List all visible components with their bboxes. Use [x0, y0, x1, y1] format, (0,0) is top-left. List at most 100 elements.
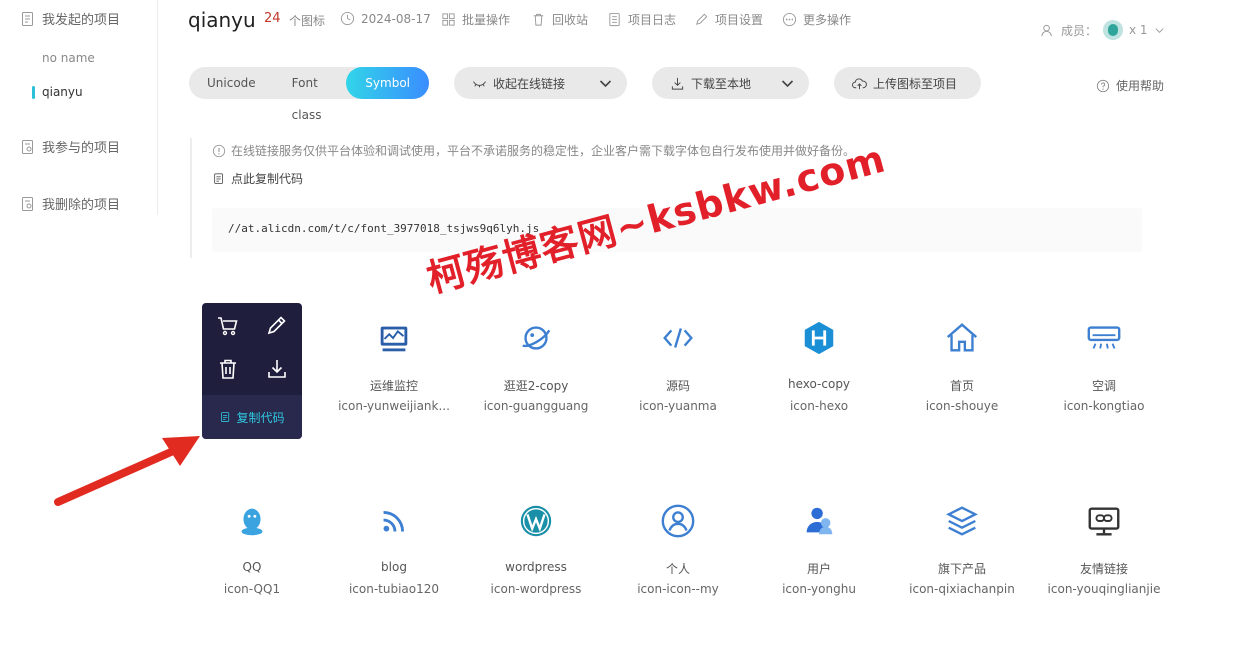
grid-icon	[442, 13, 455, 26]
sidebar-item-qianyu[interactable]: qianyu	[32, 85, 83, 99]
copy-icon	[214, 172, 223, 184]
batch-operation-button[interactable]: 批量操作	[441, 11, 510, 28]
download-icon[interactable]	[265, 357, 289, 381]
rss-icon	[383, 511, 404, 532]
icon-card[interactable]: 个人 icon-icon--my	[613, 496, 743, 596]
tab-font-class[interactable]: Font class	[274, 67, 347, 122]
sidebar-joined-projects[interactable]: 我参与的项目	[20, 137, 120, 156]
layers-icon	[946, 506, 978, 536]
icon-name: QQ	[242, 560, 262, 574]
copy-code-button-label: 复制代码	[236, 410, 285, 425]
copy-code-label: 点此复制代码	[231, 172, 304, 186]
user-circle-icon	[661, 504, 695, 538]
tab-symbol[interactable]: Symbol	[346, 67, 429, 99]
tab-unicode[interactable]: Unicode	[189, 67, 274, 99]
project-date: 2024-08-17	[340, 11, 431, 26]
members-label: 成员：	[1061, 23, 1098, 38]
hexo-icon	[804, 321, 834, 355]
help-label: 使用帮助	[1116, 79, 1165, 93]
download-local-button[interactable]: 下载至本地	[652, 67, 809, 99]
planet-icon	[522, 326, 551, 350]
sidebar-item-no-name[interactable]: no name	[42, 51, 95, 65]
icon-name: 空调	[1091, 379, 1116, 393]
sidebar-joined-label: 我参与的项目	[42, 141, 121, 156]
icon-code: icon-hexo	[789, 399, 849, 413]
icon-hover-popup: 复制代码	[202, 303, 302, 439]
icon-code: icon-yonghu	[782, 582, 856, 596]
icon-name: hexo-copy	[787, 377, 851, 391]
code-type-tabs: Unicode Font class Symbol	[189, 67, 429, 122]
collapse-online-link-button[interactable]: 收起在线链接	[454, 67, 627, 99]
icon-name: 首页	[949, 379, 974, 393]
sidebar-deleted-label: 我删除的项目	[42, 198, 121, 213]
wordpress-icon	[520, 505, 552, 537]
info-icon	[212, 144, 226, 157]
home-icon	[946, 323, 978, 352]
icon-card[interactable]: wordpress icon-wordpress	[471, 496, 601, 596]
sidebar-my-projects[interactable]: 我发起的项目	[20, 9, 120, 28]
icon-name: 个人	[665, 562, 690, 576]
icon-card[interactable]: 运维监控 icon-yunweijiank...	[329, 313, 459, 413]
clock-icon	[340, 11, 355, 26]
members-count: x 1	[1129, 23, 1148, 37]
air-conditioner-icon	[1087, 326, 1121, 349]
online-link-notice-text: 在线链接服务仅供平台体验和调试使用，平台不承诺服务的稳定性，企业客户需下载字体包…	[231, 144, 856, 158]
notice-divider	[190, 138, 192, 258]
members[interactable]: 成员： x 1	[1040, 20, 1165, 40]
log-icon	[609, 12, 620, 27]
edit-icon[interactable]	[265, 313, 289, 337]
help-link[interactable]: 使用帮助	[1096, 77, 1164, 94]
copy-code-button[interactable]: 复制代码	[202, 395, 302, 439]
icon-card[interactable]: 友情链接 icon-youqinglianjie	[1039, 496, 1169, 596]
icon-code: icon-yuanma	[639, 399, 717, 413]
copy-code-link[interactable]: 点此复制代码	[212, 170, 303, 187]
document-search-icon	[22, 139, 33, 154]
cart-icon[interactable]	[216, 314, 240, 338]
icon-card[interactable]: 首页 icon-shouye	[897, 313, 1027, 413]
icon-card[interactable]: 用户 icon-yonghu	[754, 496, 884, 596]
project-settings-button[interactable]: 项目设置	[694, 11, 763, 28]
more-icon	[782, 12, 797, 27]
sidebar-deleted-projects[interactable]: 我删除的项目	[20, 194, 120, 213]
project-date-text: 2024-08-17	[361, 11, 431, 26]
recycle-bin-button[interactable]: 回收站	[531, 11, 588, 28]
icon-code: icon-yunweijiank...	[338, 399, 450, 413]
upload-icons-label: 上传图标至项目	[873, 76, 958, 91]
document-icon	[22, 11, 33, 26]
project-log-button[interactable]: 项目日志	[607, 11, 676, 28]
icon-card[interactable]: hexo-copy icon-hexo	[754, 313, 884, 413]
project-settings-label: 项目设置	[715, 13, 764, 27]
icon-code: icon-qixiachanpin	[909, 582, 1015, 596]
chevron-down-icon	[781, 79, 794, 87]
project-title: qianyu	[188, 8, 256, 32]
icon-name: 友情链接	[1079, 562, 1128, 576]
more-operations-button[interactable]: 更多操作	[782, 11, 851, 28]
icon-code: icon-wordpress	[490, 582, 582, 596]
download-icon	[671, 77, 684, 90]
icon-card[interactable]: 源码 icon-yuanma	[613, 313, 743, 413]
icon-name: 运维监控	[369, 379, 418, 393]
download-local-label: 下载至本地	[691, 76, 752, 91]
copy-icon	[221, 411, 230, 422]
eye-closed-icon	[473, 80, 486, 87]
batch-operation-label: 批量操作	[462, 13, 511, 27]
monitor-chart-icon	[380, 326, 408, 352]
icon-card[interactable]: 逛逛2-copy icon-guangguang	[471, 313, 601, 413]
icon-code: icon-tubiao120	[348, 582, 440, 596]
icon-name: 用户	[806, 562, 831, 576]
source-code-icon	[663, 328, 693, 348]
icon-name: 逛逛2-copy	[503, 379, 569, 393]
icon-code: icon-guangguang	[483, 399, 589, 413]
icon-name: 旗下产品	[937, 562, 986, 576]
trash-icon[interactable]	[216, 357, 240, 381]
recycle-bin-label: 回收站	[552, 13, 589, 27]
icon-name: 源码	[665, 379, 690, 393]
upload-icons-button[interactable]: 上传图标至项目	[834, 67, 981, 99]
members-icon	[1041, 24, 1052, 36]
icon-card[interactable]: 空调 icon-kongtiao	[1039, 313, 1169, 413]
more-operations-label: 更多操作	[803, 13, 852, 27]
chevron-down-icon	[599, 79, 612, 87]
icon-card[interactable]: 旗下产品 icon-qixiachanpin	[897, 496, 1027, 596]
project-log-label: 项目日志	[628, 13, 677, 27]
icon-card[interactable]: blog icon-tubiao120	[329, 496, 459, 596]
